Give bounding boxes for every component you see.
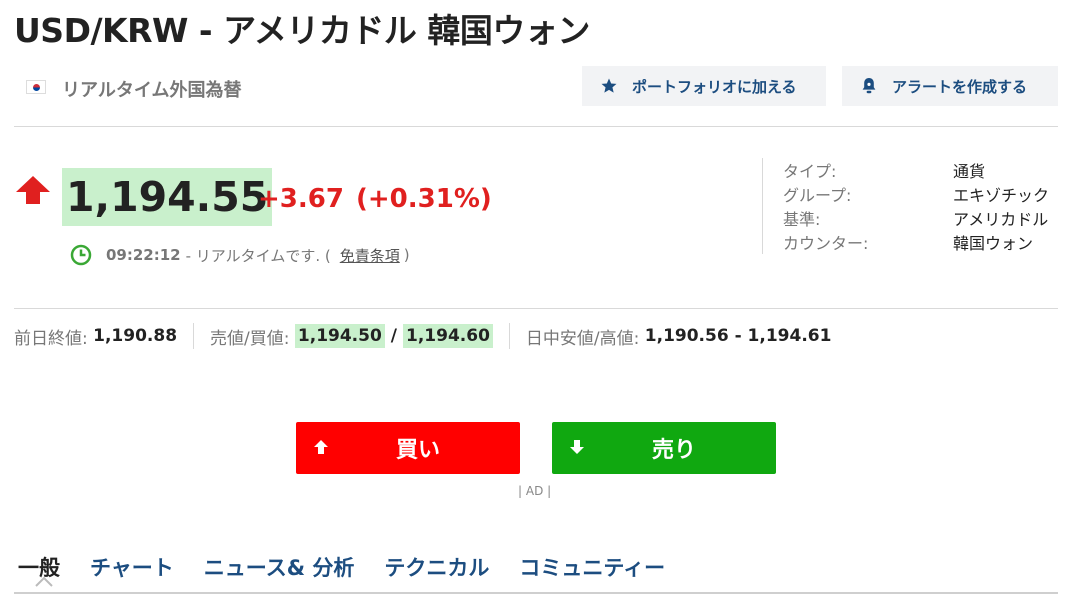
info-value: 通貨 [953, 162, 986, 181]
page-title: USD/KRW - アメリカドル 韓国ウォン [14, 11, 590, 50]
bid-ask-label: 売値/買値: [210, 328, 290, 349]
add-to-portfolio-label: ポートフォリオに加える [632, 78, 797, 96]
star-icon [600, 77, 618, 95]
prev-close-label: 前日終値: [14, 328, 88, 349]
arrow-up-icon [16, 176, 50, 204]
info-key: グループ: [783, 186, 852, 205]
buy-label: 買い [395, 437, 440, 462]
instrument-info: タイプ: 通貨 グループ: エキゾチック 基準: アメリカドル カウンター: 韓… [762, 158, 1062, 254]
price-change-percent: (+0.31%) [356, 184, 492, 214]
sub-header: リアルタイム外国為替 ポートフォリオに加える アラートを作成する [14, 66, 1058, 106]
info-row-group: グループ: エキゾチック [783, 182, 1062, 206]
chevron-up-icon [35, 576, 53, 587]
stats-divider [508, 323, 510, 349]
info-value: アメリカドル [953, 210, 1049, 229]
tab-community[interactable]: コミュニティー [519, 552, 665, 582]
bid-ask-separator: / [390, 326, 398, 346]
tab-news-analysis[interactable]: ニュース& 分析 [204, 552, 355, 582]
ask-value: 1,194.60 [403, 324, 493, 348]
bid-value: 1,194.50 [294, 324, 385, 348]
time-row: 09:22:12 - リアルタイムです. ( 免責条項 ) [70, 244, 410, 266]
bell-icon [860, 77, 878, 95]
ad-label: | AD | [518, 484, 552, 498]
divider [14, 308, 1058, 309]
info-row-counter: カウンター: 韓国ウォン [783, 230, 1062, 254]
section-tabs: 一般 チャート ニュース& 分析 テクニカル コミュニティー [18, 550, 695, 584]
tab-chart[interactable]: チャート [90, 552, 174, 582]
realtime-label: リアルタイム外国為替 [62, 80, 242, 101]
quote-stats: 前日終値: 1,190.88 売値/買値: 1,194.50 / 1,194.6… [14, 322, 831, 350]
disclaimer-link[interactable]: 免責条項 [340, 245, 400, 266]
info-value: エキゾチック [953, 186, 1050, 205]
clock-icon [70, 244, 92, 266]
info-key: タイプ: [783, 162, 837, 181]
quote-time: 09:22:12 [106, 246, 181, 264]
info-value: 韓国ウォン [953, 234, 1034, 253]
buy-button[interactable]: 買い [296, 422, 520, 474]
korea-flag-icon [26, 80, 46, 94]
last-price: 1,194.55 [62, 168, 273, 226]
tabs-underline [14, 592, 1058, 594]
sell-label: 売り [651, 437, 696, 462]
arrow-down-icon [570, 440, 584, 454]
price-change: +3.67 [258, 184, 344, 214]
divider [14, 126, 1058, 127]
info-row-type: タイプ: 通貨 [783, 158, 1062, 182]
realtime-note: - リアルタイムです. ( [185, 246, 331, 265]
create-alert-button[interactable]: アラートを作成する [842, 66, 1058, 106]
day-range-value: 1,190.56 - 1,194.61 [644, 326, 832, 346]
time-close-paren: ) [403, 246, 410, 264]
tab-technical[interactable]: テクニカル [384, 552, 489, 582]
sell-button[interactable]: 売り [552, 422, 776, 474]
prev-close-value: 1,190.88 [93, 326, 178, 346]
info-row-base: 基準: アメリカドル [783, 206, 1062, 230]
arrow-up-icon [314, 440, 328, 454]
create-alert-label: アラートを作成する [892, 78, 1028, 96]
stats-divider [193, 323, 195, 349]
add-to-portfolio-button[interactable]: ポートフォリオに加える [582, 66, 826, 106]
info-key: カウンター: [783, 234, 869, 253]
day-range-label: 日中安値/高値: [525, 328, 640, 349]
info-key: 基準: [783, 210, 821, 229]
